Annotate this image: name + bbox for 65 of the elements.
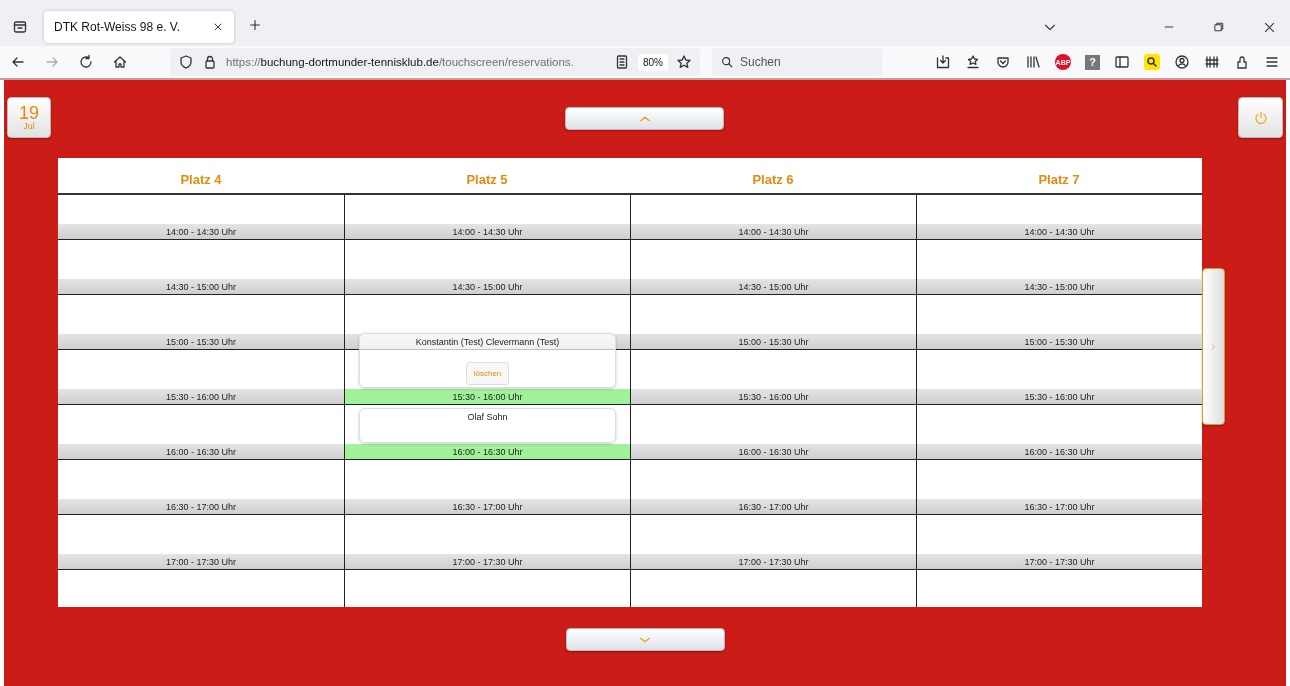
star-tray-icon[interactable] bbox=[965, 54, 981, 70]
account-icon[interactable] bbox=[1174, 54, 1190, 70]
search-icon bbox=[720, 55, 734, 69]
power-icon bbox=[1252, 109, 1269, 126]
time-slot[interactable]: 15:30 - 16:00 Uhr bbox=[631, 389, 916, 404]
home-icon[interactable] bbox=[112, 54, 128, 70]
time-slot[interactable]: 14:00 - 14:30 Uhr bbox=[917, 224, 1202, 239]
lock-icon bbox=[202, 54, 218, 70]
time-slot[interactable]: 14:00 - 14:30 Uhr bbox=[58, 224, 344, 239]
sidebar-icon[interactable] bbox=[1114, 54, 1130, 70]
time-slot[interactable]: 14:00 - 14:30 Uhr bbox=[345, 224, 630, 239]
player-name: Olaf Sohn bbox=[467, 412, 508, 422]
extensions-icon[interactable] bbox=[1234, 54, 1250, 70]
time-slot[interactable]: 16:00 - 16:30 Uhr bbox=[917, 444, 1202, 459]
library-icon[interactable] bbox=[1025, 54, 1041, 70]
pocket-icon[interactable] bbox=[995, 54, 1011, 70]
grid-extension-icon[interactable] bbox=[1204, 54, 1220, 70]
magnifier-extension-icon[interactable] bbox=[1144, 54, 1160, 70]
time-slot[interactable]: 16:30 - 17:00 Uhr bbox=[631, 499, 916, 514]
time-slot[interactable]: 15:00 - 15:30 Uhr bbox=[631, 334, 916, 349]
zoom-level[interactable]: 80% bbox=[638, 53, 668, 71]
time-slot[interactable]: 15:30 - 16:00 Uhr bbox=[58, 389, 344, 404]
reader-view-icon[interactable] bbox=[614, 54, 630, 70]
date-day: 19 bbox=[19, 104, 39, 122]
help-icon[interactable]: ? bbox=[1085, 54, 1100, 70]
court-title: Platz 6 bbox=[752, 172, 794, 187]
time-slot[interactable]: 17:00 - 17:30 Uhr bbox=[631, 554, 916, 569]
booked-time-slot[interactable]: 16:00 - 16:30 Uhr bbox=[345, 444, 630, 459]
time-slot[interactable]: 17:00 - 17:30 Uhr bbox=[58, 554, 344, 569]
time-slot[interactable]: 16:00 - 16:30 Uhr bbox=[58, 444, 344, 459]
time-slot[interactable]: 16:30 - 17:00 Uhr bbox=[58, 499, 344, 514]
time-slot[interactable]: 16:30 - 17:00 Uhr bbox=[345, 499, 630, 514]
date-month: Jul bbox=[23, 122, 35, 131]
tab-title: DTK Rot-Weiss 98 e. V. bbox=[54, 20, 181, 34]
browser-tab[interactable]: DTK Rot-Weiss 98 e. V. bbox=[44, 11, 234, 43]
new-tab-icon[interactable] bbox=[248, 18, 262, 32]
time-slot[interactable]: 15:00 - 15:30 Uhr bbox=[58, 334, 344, 349]
court-title: Platz 7 bbox=[1038, 172, 1080, 187]
booked-time-slot[interactable]: 15:30 - 16:00 Uhr bbox=[345, 389, 630, 404]
restore-icon[interactable] bbox=[1213, 21, 1225, 33]
time-slot[interactable]: 17:00 - 17:30 Uhr bbox=[345, 554, 630, 569]
close-icon[interactable] bbox=[1263, 20, 1276, 34]
time-slot[interactable]: 16:00 - 16:30 Uhr bbox=[631, 444, 916, 459]
court-title: Platz 4 bbox=[180, 172, 222, 187]
time-slot[interactable]: 14:30 - 15:00 Uhr bbox=[917, 279, 1202, 294]
url-text: https://buchung-dortmunder-tennisklub.de/touchscreen/reservations. bbox=[226, 56, 575, 68]
search-field[interactable]: Suchen bbox=[712, 48, 882, 76]
shield-icon bbox=[178, 54, 194, 70]
reload-icon[interactable] bbox=[78, 54, 94, 70]
tab-list-icon[interactable] bbox=[12, 19, 28, 35]
time-slot[interactable]: 14:30 - 15:00 Uhr bbox=[345, 279, 630, 294]
menu-icon[interactable] bbox=[1264, 54, 1280, 70]
close-icon[interactable] bbox=[212, 21, 224, 33]
time-slot[interactable]: 17:00 - 17:30 Uhr bbox=[917, 554, 1202, 569]
time-slot[interactable]: 14:30 - 15:00 Uhr bbox=[631, 279, 916, 294]
time-slot[interactable]: 15:00 - 15:30 Uhr bbox=[917, 334, 1202, 349]
court-title: Platz 5 bbox=[466, 172, 508, 187]
time-slot[interactable]: 14:30 - 15:00 Uhr bbox=[58, 279, 344, 294]
time-slot[interactable]: 14:00 - 14:30 Uhr bbox=[631, 224, 916, 239]
time-slot[interactable]: 15:30 - 16:00 Uhr bbox=[917, 389, 1202, 404]
download-icon[interactable] bbox=[935, 54, 951, 70]
player-name: Konstantin (Test) Clevermann (Test) bbox=[415, 337, 560, 347]
time-slot[interactable]: 16:30 - 17:00 Uhr bbox=[917, 499, 1202, 514]
bookmark-star-icon[interactable] bbox=[676, 54, 692, 70]
address-bar[interactable]: https://buchung-dortmunder-tennisklub.de/touchscreen/reservations. 80% bbox=[170, 48, 700, 76]
